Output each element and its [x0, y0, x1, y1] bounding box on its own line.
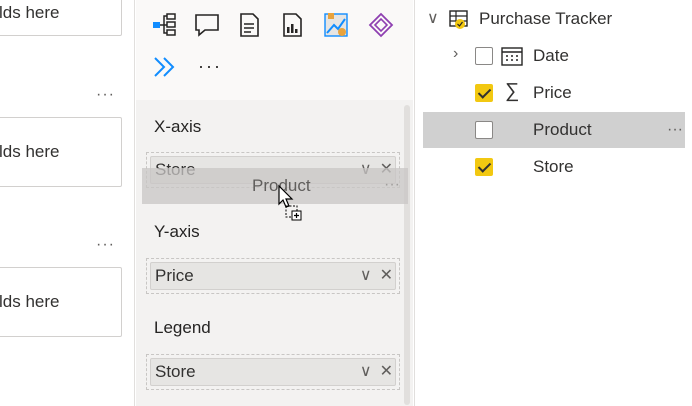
legend-well[interactable]: Store ∨ ✕ — [146, 354, 400, 390]
sigma-icon: ∑ — [505, 80, 520, 102]
field-name: Store — [533, 157, 574, 176]
store-checkbox[interactable] — [475, 158, 493, 176]
table-icon — [449, 9, 469, 29]
power-apps-icon[interactable] — [366, 10, 396, 40]
qa-visual-icon[interactable] — [192, 10, 222, 40]
more-visuals-button[interactable]: ··· — [198, 56, 222, 77]
close-icon[interactable]: ✕ — [380, 361, 393, 381]
drop-zone-label: lds here — [0, 292, 60, 311]
narrative-visual-icon[interactable] — [234, 10, 264, 40]
filter-drop-zone-1[interactable]: lds here — [0, 0, 122, 36]
y-axis-label: Y-axis — [154, 222, 200, 241]
field-name: Store — [155, 362, 196, 381]
fields-pane: ∨ Purchase Tracker › Date ∑ Price Produc… — [414, 0, 692, 406]
field-row-product[interactable]: Product ··· — [423, 112, 685, 148]
filter-drop-zone-3[interactable]: lds here — [0, 267, 122, 337]
filters-pane: lds here ··· lds here ··· lds here — [0, 0, 135, 406]
chevron-down-icon[interactable]: ∨ — [360, 361, 372, 381]
decomposition-tree-icon[interactable] — [150, 10, 180, 40]
price-checkbox[interactable] — [475, 84, 493, 102]
legend-label: Legend — [154, 318, 211, 337]
drop-zone-label: lds here — [0, 3, 60, 22]
chevron-right-icon[interactable]: › — [453, 45, 458, 63]
visual-gallery: ··· — [136, 0, 413, 100]
drag-ghost-more-icon: ··· — [384, 176, 400, 193]
y-axis-well[interactable]: Price ∨ ✕ — [146, 258, 400, 294]
field-row-price[interactable]: ∑ Price — [415, 75, 692, 111]
product-checkbox[interactable] — [475, 121, 493, 139]
close-icon[interactable]: ✕ — [380, 265, 393, 285]
table-name: Purchase Tracker — [479, 9, 613, 28]
drop-zone-label: lds here — [0, 142, 60, 161]
more-options-button[interactable]: ··· — [96, 236, 115, 254]
calendar-icon — [501, 45, 523, 67]
table-purchase-tracker[interactable]: ∨ Purchase Tracker — [415, 1, 692, 37]
more-options-button[interactable]: ··· — [667, 121, 683, 139]
field-name: Product — [533, 120, 592, 139]
drag-cursor-icon — [278, 184, 302, 221]
field-name: Price — [533, 83, 572, 102]
filter-drop-zone-2[interactable]: lds here — [0, 117, 122, 187]
date-checkbox[interactable] — [475, 47, 493, 65]
chevron-down-icon[interactable]: ∨ — [360, 265, 372, 285]
power-automate-icon[interactable] — [321, 10, 351, 40]
more-options-button[interactable]: ··· — [96, 86, 115, 104]
paginated-report-icon[interactable] — [277, 10, 307, 40]
chevron-down-icon[interactable]: ∨ — [427, 8, 439, 28]
field-row-store[interactable]: Store — [415, 149, 692, 185]
field-name: Date — [533, 46, 569, 65]
field-name: Price — [155, 266, 194, 285]
drag-ghost: Product ··· — [142, 168, 408, 204]
smart-narrative-icon[interactable] — [150, 52, 180, 82]
x-axis-label: X-axis — [154, 117, 202, 136]
viz-pane-scrollbar[interactable] — [404, 105, 410, 405]
field-row-date[interactable]: › Date — [415, 38, 692, 74]
